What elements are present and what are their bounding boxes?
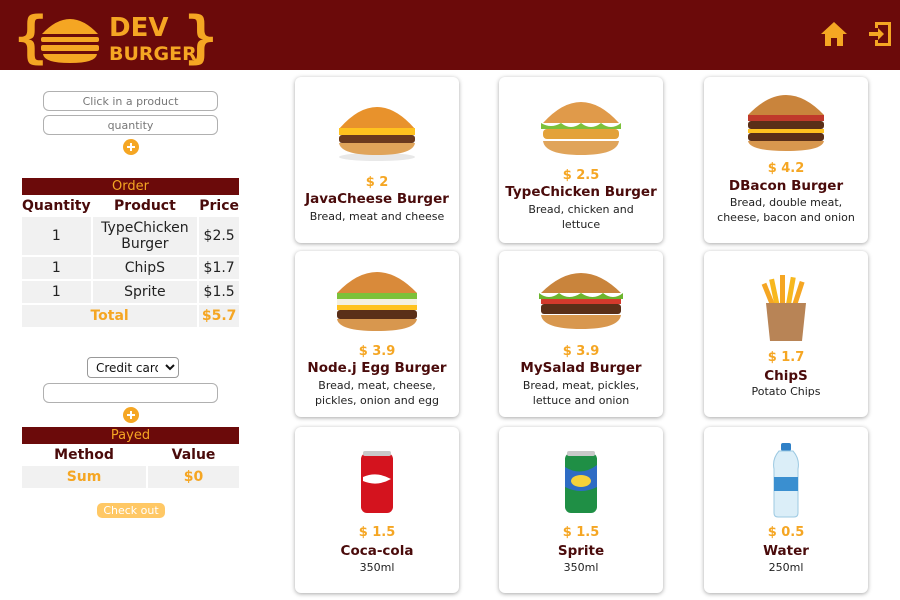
- order-row-price: $1.7: [199, 257, 239, 279]
- burger-icon: [748, 95, 824, 151]
- product-price: $ 2.5: [562, 168, 600, 183]
- product-description: Bread, meat and cheese: [309, 210, 445, 223]
- product-description: 350ml: [563, 561, 599, 574]
- product-price: $ 1.7: [767, 350, 805, 365]
- product-description: 350ml: [359, 561, 395, 574]
- product-price: $ 2: [365, 175, 389, 190]
- payed-header-value: Value: [171, 447, 216, 463]
- product-card[interactable]: $ 2.5 TypeChicken Burger Bread, chicken …: [499, 77, 663, 243]
- product-name: MySalad Burger: [520, 360, 642, 376]
- order-row-product: ChipS: [92, 257, 198, 279]
- product-card[interactable]: $ 3.9 Node.j Egg Burger Bread, meat, che…: [295, 251, 459, 417]
- product-card[interactable]: $ 0.5 Water 250ml: [704, 427, 868, 593]
- bottle-icon: [773, 443, 799, 518]
- payed-sum-row: Sum $0: [22, 466, 239, 488]
- order-header-product: Product: [114, 198, 176, 214]
- product-description: Bread, meat, cheese, pickles, onion and …: [315, 379, 439, 407]
- order-row: 1 Sprite $1.5: [22, 281, 239, 303]
- product-price: $ 3.9: [562, 344, 600, 359]
- burger-icon: [339, 107, 415, 161]
- order-header-quantity: Quantity: [22, 198, 91, 214]
- order-row-quantity: 1: [22, 281, 91, 303]
- svg-text:{: {: [14, 6, 48, 66]
- product-price: $ 1.5: [358, 525, 396, 540]
- dev-burger-logo: { } DEV BURGER: [14, 6, 214, 66]
- product-name: ChipS: [764, 368, 808, 384]
- product-card[interactable]: $ 4.2 DBacon Burger Bread, double meat, …: [704, 77, 868, 243]
- order-row: 1 TypeChicken Burger $2.5: [22, 217, 239, 255]
- order-header-price: Price: [199, 198, 239, 214]
- product-description: Bread, chicken and lettuce: [528, 203, 634, 231]
- can-icon: [361, 451, 393, 513]
- product-description: Bread, meat, pickles, lettuce and onion: [522, 379, 640, 407]
- product-price: $ 3.9: [358, 344, 396, 359]
- payed-header-method: Method: [54, 447, 114, 463]
- can-icon: [565, 451, 597, 513]
- product-description: Potato Chips: [751, 385, 821, 398]
- product-name: Water: [763, 543, 809, 559]
- payed-sum-label: Sum: [22, 466, 147, 488]
- product-name: DBacon Burger: [728, 178, 844, 194]
- product-description: Bread, double meat, cheese, bacon and on…: [717, 196, 855, 224]
- order-caption: Order: [22, 178, 239, 195]
- product-card[interactable]: $ 3.9 MySalad Burger Bread, meat, pickle…: [499, 251, 663, 417]
- product-name: Node.j Egg Burger: [307, 360, 447, 376]
- order-table: Order Quantity Product Price 1 TypeChick…: [20, 178, 241, 329]
- payment-amount-input[interactable]: [43, 383, 218, 403]
- order-row-quantity: 1: [22, 217, 91, 255]
- order-row: 1 ChipS $1.7: [22, 257, 239, 279]
- order-row-product: TypeChicken Burger: [92, 217, 198, 255]
- payed-caption: Payed: [22, 427, 239, 444]
- burger-icon: [539, 273, 623, 329]
- brand-text-bottom: BURGER: [109, 43, 197, 65]
- quantity-input[interactable]: [43, 115, 218, 135]
- payed-sum-value: $0: [148, 466, 239, 488]
- product-description: 250ml: [768, 561, 804, 574]
- product-price: $ 0.5: [767, 525, 805, 540]
- payed-table: Payed Method Value Sum $0: [20, 427, 241, 490]
- add-payment-button[interactable]: [123, 407, 139, 423]
- order-total-label: Total: [22, 305, 198, 327]
- fries-icon: [761, 275, 806, 341]
- brand-text-top: DEV: [109, 13, 168, 43]
- product-name: Sprite: [557, 543, 605, 559]
- order-total-row: Total $5.7: [22, 305, 239, 327]
- exit-icon[interactable]: [866, 20, 894, 48]
- top-header: { } DEV BURGER: [0, 0, 900, 70]
- order-row-product: Sprite: [92, 281, 198, 303]
- checkout-button[interactable]: Check out: [97, 503, 165, 518]
- order-total-value: $5.7: [199, 305, 239, 327]
- order-row-price: $1.5: [199, 281, 239, 303]
- product-card[interactable]: $ 1.7 ChipS Potato Chips: [704, 251, 868, 417]
- product-card[interactable]: $ 1.5 Sprite 350ml: [499, 427, 663, 593]
- product-price: $ 1.5: [562, 525, 600, 540]
- product-card[interactable]: $ 2 JavaCheese Burger Bread, meat and ch…: [295, 77, 459, 243]
- home-icon[interactable]: [820, 20, 848, 48]
- product-name: Coca-cola: [340, 543, 414, 559]
- order-row-price: $2.5: [199, 217, 239, 255]
- product-input[interactable]: [43, 91, 218, 111]
- order-row-quantity: 1: [22, 257, 91, 279]
- product-card[interactable]: $ 1.5 Coca-cola 350ml: [295, 427, 459, 593]
- burger-icon: [337, 272, 417, 331]
- product-price: $ 4.2: [767, 161, 805, 176]
- product-name: JavaCheese Burger: [305, 191, 449, 207]
- payment-method-select[interactable]: Credit card: [87, 357, 179, 378]
- burger-icon: [541, 102, 621, 155]
- product-name: TypeChicken Burger: [505, 184, 657, 200]
- add-product-button[interactable]: [123, 139, 139, 155]
